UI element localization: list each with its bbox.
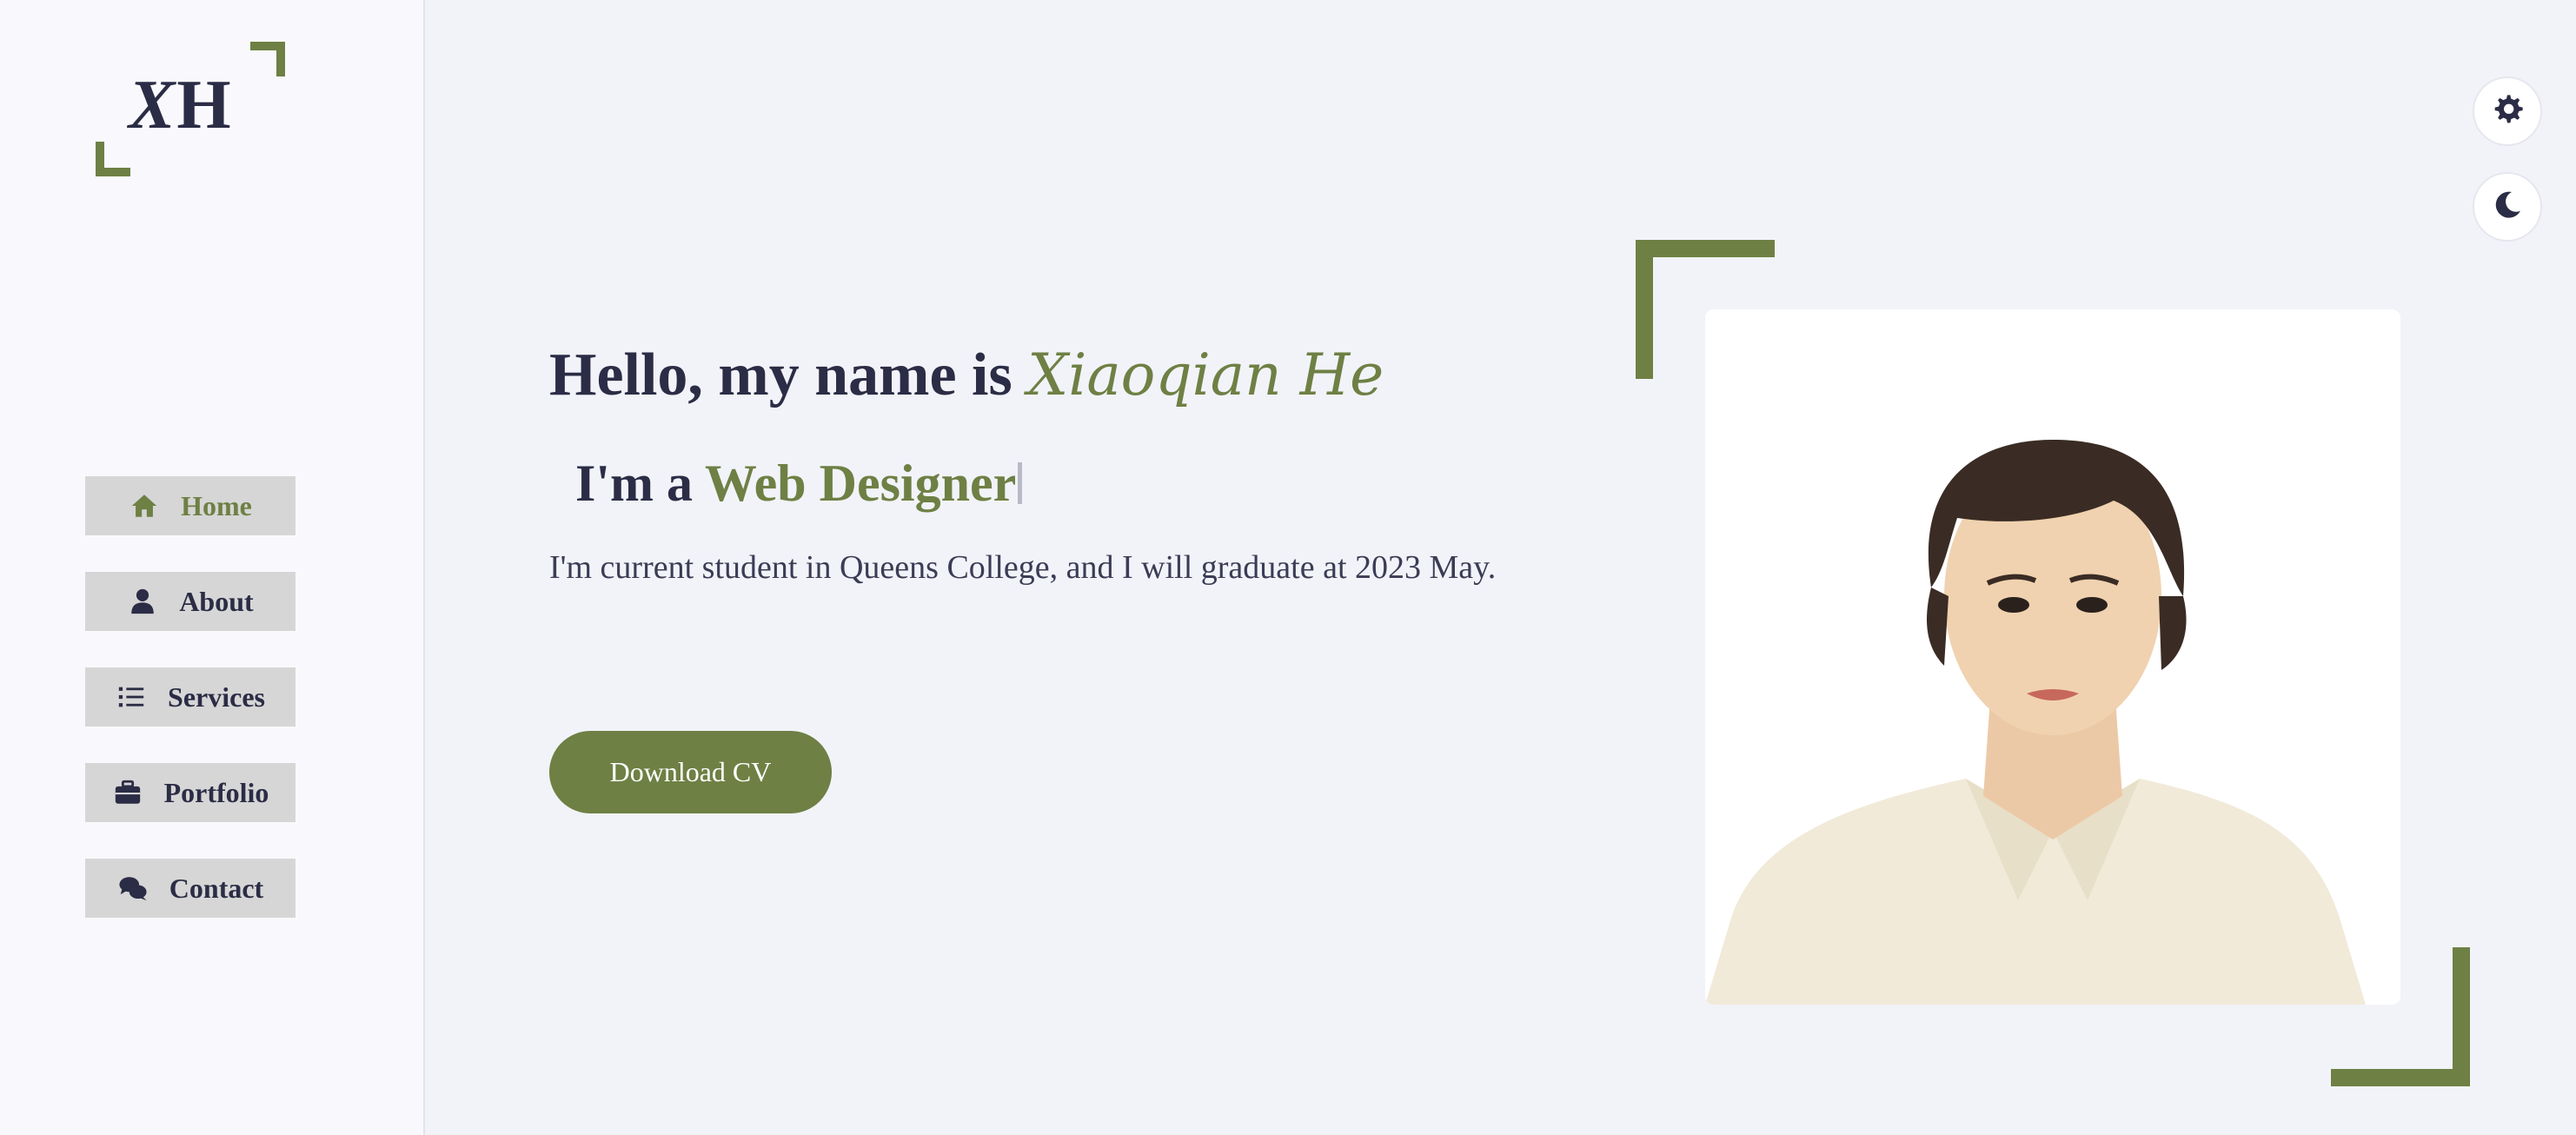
hero-description: I'm current student in Queens College, a…: [549, 549, 1497, 586]
theme-toggle-button[interactable]: [2473, 172, 2542, 242]
sidebar: XH Home About Services Portfolio Contact: [0, 0, 425, 1135]
nav-item-about[interactable]: About: [85, 572, 295, 631]
hero: Hello, my name is Xiaoqian He I'm a Web …: [549, 341, 1496, 587]
logo-text: XH: [129, 67, 233, 143]
settings-button[interactable]: [2473, 76, 2542, 146]
logo-corner-top-right: [250, 42, 285, 76]
logo[interactable]: XH: [96, 42, 285, 176]
nav-label-home: Home: [181, 489, 252, 521]
nav-item-home[interactable]: Home: [85, 476, 295, 535]
role-highlight: Web Designer: [704, 455, 1017, 512]
nav-label-portfolio: Portfolio: [163, 776, 269, 808]
comments-icon: [117, 873, 149, 904]
briefcase-icon: [112, 777, 143, 808]
photo-frame-corner-bottom-right: [2331, 947, 2470, 1086]
logo-corner-bottom-left: [96, 142, 130, 176]
nav-item-contact[interactable]: Contact: [85, 859, 295, 918]
nav-item-portfolio[interactable]: Portfolio: [85, 763, 295, 822]
nav-label-services: Services: [168, 680, 265, 713]
user-icon: [127, 586, 158, 617]
nav-item-services[interactable]: Services: [85, 667, 295, 727]
nav-label-about: About: [179, 585, 254, 617]
list-icon: [116, 681, 147, 713]
download-cv-button[interactable]: Download CV: [549, 731, 832, 813]
gear-icon: [2490, 92, 2525, 131]
home-icon: [129, 490, 160, 521]
profile-photo: [1705, 309, 2400, 1005]
typing-caret: [1018, 462, 1023, 504]
moon-icon: [2490, 188, 2525, 227]
main-nav: Home About Services Portfolio Contact: [85, 476, 295, 954]
nav-label-contact: Contact: [169, 872, 264, 904]
hero-name: Xiaoqian He: [1027, 342, 1384, 408]
role-heading: I'm a Web Designer: [575, 454, 1496, 514]
greeting-heading: Hello, my name is Xiaoqian He: [549, 342, 1384, 408]
